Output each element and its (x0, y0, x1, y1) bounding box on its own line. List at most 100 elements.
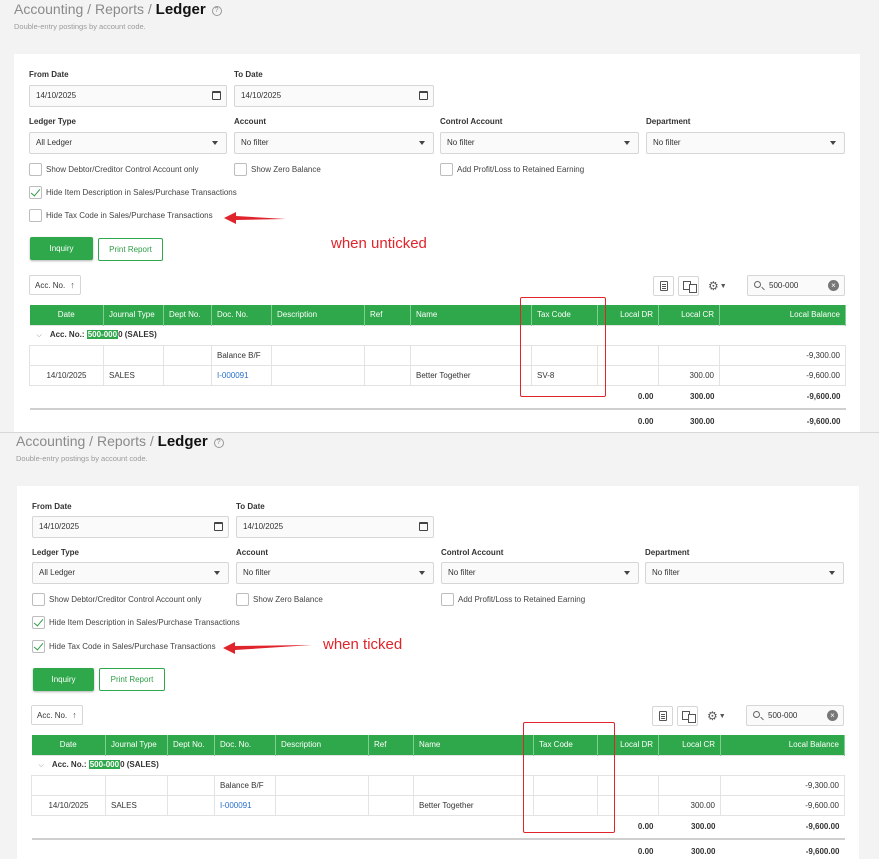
table-row[interactable]: 14/10/2025 SALES I-000091 Better Togethe… (31, 794, 845, 816)
inquiry-button[interactable]: Inquiry (33, 668, 94, 691)
checkbox-box[interactable] (440, 163, 453, 177)
calendar-icon[interactable] (419, 91, 428, 100)
inquiry-button[interactable]: Inquiry (30, 237, 93, 260)
chevron-down-icon (624, 141, 630, 145)
checkmark-icon[interactable] (32, 640, 45, 654)
export-button[interactable] (653, 276, 674, 296)
to-date-field[interactable]: 14/10/2025 (234, 85, 434, 107)
breadcrumb-accounting[interactable]: Accounting (14, 1, 83, 17)
from-date-field[interactable]: 14/10/2025 (32, 516, 229, 538)
checkbox-debtor-creditor[interactable]: Show Debtor/Creditor Control Account onl… (32, 593, 202, 607)
col-local-balance[interactable]: Local Balance (719, 305, 846, 325)
checkbox-hide-tax-code[interactable]: Hide Tax Code in Sales/Purchase Transact… (29, 209, 213, 223)
checkbox-zero-balance[interactable]: Show Zero Balance (234, 163, 321, 177)
department-select[interactable]: No filter (645, 562, 844, 584)
gear-icon[interactable]: ⚙▼ (707, 706, 726, 727)
from-date-field[interactable]: 14/10/2025 (29, 85, 227, 107)
chevron-down-icon (214, 571, 220, 575)
col-date[interactable]: Date (29, 305, 104, 325)
print-report-button[interactable]: Print Report (99, 668, 165, 691)
clear-icon[interactable]: × (828, 280, 839, 291)
breadcrumb-reports[interactable]: Reports (95, 1, 144, 17)
department-select[interactable]: No filter (646, 132, 845, 154)
col-description[interactable]: Description (275, 735, 369, 755)
ledger-type-select[interactable]: All Ledger (32, 562, 229, 584)
chevron-down-icon[interactable]: ⌵ (37, 332, 42, 339)
col-name[interactable]: Name (413, 735, 534, 755)
col-local-dr[interactable]: Local DR (597, 305, 659, 325)
print-report-button[interactable]: Print Report (98, 238, 163, 261)
calendar-icon[interactable] (214, 522, 223, 531)
col-doc-no[interactable]: Doc. No. (214, 735, 276, 755)
table-row[interactable]: Balance B/F -9,300.00 (31, 774, 845, 796)
chevron-down-icon (419, 141, 425, 145)
page-title: Ledger (157, 433, 208, 450)
doc-link[interactable]: I-000091 (214, 794, 276, 816)
red-arrow (223, 642, 312, 654)
group-row[interactable]: ⌵ Acc. No.: 500-0000 (SALES) (29, 324, 846, 346)
table-row[interactable]: 14/10/2025 SALES I-000091 Better Togethe… (29, 364, 846, 386)
checkbox-profit-loss[interactable]: Add Profit/Loss to Retained Earning (440, 163, 584, 177)
col-date[interactable]: Date (31, 735, 106, 755)
help-icon[interactable]: ? (211, 6, 222, 16)
gear-icon[interactable]: ⚙▼ (708, 276, 727, 297)
calendar-icon[interactable] (419, 522, 428, 531)
ledger-type-select[interactable]: All Ledger (29, 132, 227, 154)
table-header: Date Journal Type Dept No. Doc. No. Desc… (31, 735, 845, 755)
col-description[interactable]: Description (271, 305, 365, 325)
sort-button[interactable]: Acc. No. ↑ (29, 275, 81, 295)
account-select[interactable]: No filter (234, 132, 434, 154)
calendar-icon[interactable] (212, 91, 221, 100)
group-row[interactable]: ⌵ Acc. No.: 500-0000 (SALES) (31, 754, 845, 776)
cell-ref (368, 774, 414, 796)
sort-button[interactable]: Acc. No. ↑ (31, 705, 83, 725)
account-select[interactable]: No filter (236, 562, 434, 584)
checkbox-profit-loss[interactable]: Add Profit/Loss to Retained Earning (441, 593, 585, 607)
chevron-down-icon[interactable]: ⌵ (39, 762, 44, 769)
copy-button[interactable] (678, 276, 699, 296)
breadcrumb-accounting[interactable]: Accounting (16, 433, 85, 449)
total-cr: 300.00 (658, 408, 720, 432)
cell-balance: -9,600.00 (719, 364, 846, 386)
to-date-field[interactable]: 14/10/2025 (236, 516, 434, 538)
sort-up-icon: ↑ (70, 280, 75, 290)
checkbox-box[interactable] (236, 593, 249, 607)
table-row[interactable]: Balance B/F -9,300.00 (29, 344, 846, 366)
col-ref[interactable]: Ref (368, 735, 414, 755)
search-input[interactable]: 500-000 × (746, 705, 844, 726)
col-local-cr[interactable]: Local CR (658, 735, 721, 755)
col-local-cr[interactable]: Local CR (658, 305, 720, 325)
checkbox-hide-tax-code[interactable]: Hide Tax Code in Sales/Purchase Transact… (32, 640, 216, 654)
control-account-select[interactable]: No filter (441, 562, 639, 584)
checkbox-box[interactable] (29, 209, 42, 223)
table-header: Date Journal Type Dept No. Doc. No. Desc… (29, 305, 846, 325)
col-local-balance[interactable]: Local Balance (720, 735, 845, 755)
checkbox-box[interactable] (29, 163, 42, 177)
control-account-select[interactable]: No filter (440, 132, 639, 154)
export-button[interactable] (652, 706, 673, 726)
copy-button[interactable] (677, 706, 698, 726)
clear-icon[interactable]: × (827, 710, 838, 721)
col-dept-no[interactable]: Dept No. (167, 735, 215, 755)
col-journal-type[interactable]: Journal Type (105, 735, 168, 755)
search-input[interactable]: 500-000 × (747, 275, 845, 296)
checkbox-debtor-creditor[interactable]: Show Debtor/Creditor Control Account onl… (29, 163, 199, 177)
checkbox-zero-balance[interactable]: Show Zero Balance (236, 593, 323, 607)
checkbox-box[interactable] (32, 593, 45, 607)
col-journal-type[interactable]: Journal Type (103, 305, 164, 325)
col-dept-no[interactable]: Dept No. (163, 305, 212, 325)
help-icon[interactable]: ? (213, 438, 224, 448)
checkbox-hide-item-description[interactable]: Hide Item Description in Sales/Purchase … (32, 616, 240, 630)
search-icon (753, 711, 760, 718)
col-name[interactable]: Name (410, 305, 532, 325)
col-doc-no[interactable]: Doc. No. (211, 305, 272, 325)
checkbox-box[interactable] (441, 593, 454, 607)
control-account-label: Control Account (441, 548, 504, 557)
checkbox-box[interactable] (234, 163, 247, 177)
col-ref[interactable]: Ref (364, 305, 411, 325)
checkmark-icon[interactable] (32, 616, 45, 630)
checkbox-hide-item-description[interactable]: Hide Item Description in Sales/Purchase … (29, 186, 237, 200)
breadcrumb-reports[interactable]: Reports (97, 433, 146, 449)
doc-link[interactable]: I-000091 (211, 364, 272, 386)
checkmark-icon[interactable] (29, 186, 42, 200)
